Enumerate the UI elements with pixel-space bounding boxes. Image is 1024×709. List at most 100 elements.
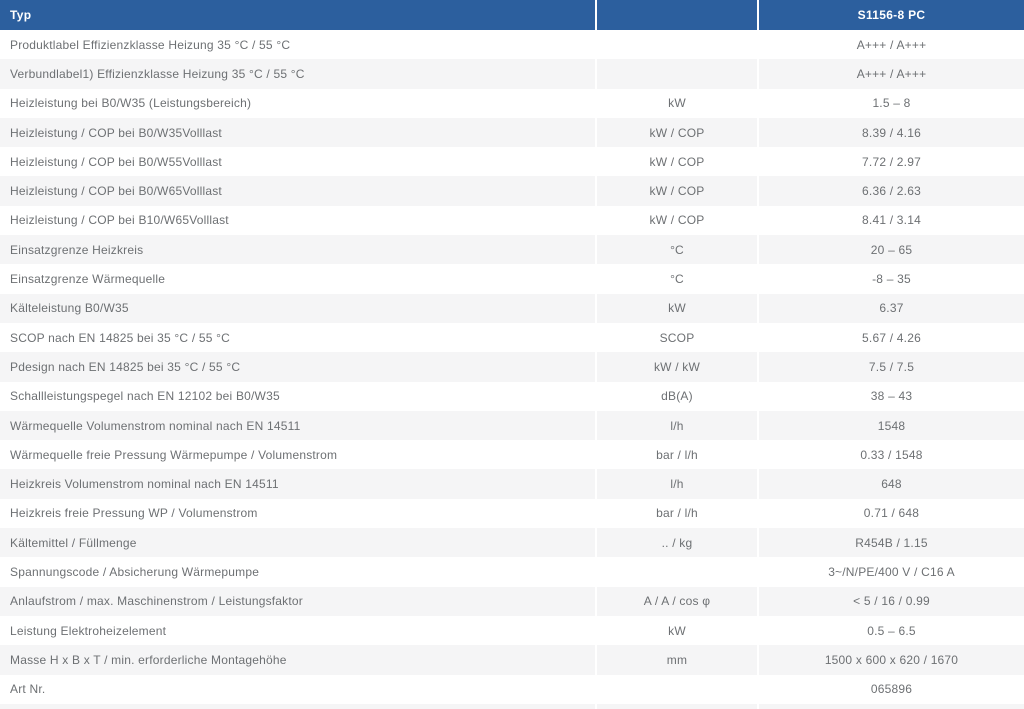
table-row: Heizleistung / COP bei B0/W35Volllast kW … [0,117,1024,148]
spec-value: 38 – 43 [759,381,1024,411]
cutoff-label-cell [0,703,595,709]
table-row: Heizleistung / COP bei B0/W65Volllast kW … [0,176,1024,206]
spec-label: Kälteleistung B0/W35 [0,293,595,323]
table-row: Kälteleistung B0/W35 kW 6.37 [0,293,1024,323]
next-row-cutoff [0,703,1024,709]
table-row: Pdesign nach EN 14825 bei 35 °C / 55 °C k… [0,352,1024,382]
table-row: Spannungscode / Absicherung Wärmepumpe 3~… [0,557,1024,587]
table-row: Einsatzgrenze Wärmequelle °C -8 – 35 [0,264,1024,294]
spec-label: Verbundlabel1) Effizienzklasse Heizung 3… [0,59,595,89]
spec-label: Art Nr. [0,674,595,704]
spec-value: 065896 [759,674,1024,704]
spec-value: 6.36 / 2.63 [759,176,1024,206]
table-row: Produktlabel Effizienzklasse Heizung 35 … [0,30,1024,60]
spec-value: 8.39 / 4.16 [759,117,1024,148]
spec-label: Masse H x B x T / min. erforderliche Mon… [0,645,595,675]
spec-label: Heizkreis Volumenstrom nominal nach EN 1… [0,469,595,499]
spec-value: 7.72 / 2.97 [759,147,1024,177]
table-row: Kältemittel / Füllmenge.. / kg R454B / 1.… [0,528,1024,558]
spec-value: 1500 x 600 x 620 / 1670 [759,645,1024,675]
spec-label: Wärmequelle Volumenstrom nominal nach EN… [0,410,595,441]
spec-value: 0.33 / 1548 [759,440,1024,470]
spec-unit: °C [597,264,757,294]
spec-unit [597,674,757,704]
spec-label: Heizleistung / COP bei B0/W35Volllast [0,117,595,148]
spec-unit: mm [597,645,757,675]
spec-label: Anlaufstrom / max. Maschinenstrom / Leis… [0,586,595,616]
spec-value: R454B / 1.15 [759,528,1024,558]
spec-unit: kW / COP [597,176,757,206]
spec-unit: kW [597,615,757,646]
table-header-row: Typ S1156-8 PC [0,0,1024,30]
spec-unit [597,557,757,587]
spec-label: Heizleistung / COP bei B10/W65Volllast [0,205,595,236]
spec-label: Einsatzgrenze Wärmequelle [0,264,595,294]
spec-unit: SCOP [597,322,757,353]
spec-unit: bar / l/h [597,440,757,470]
header-typ-label: Typ [0,0,595,30]
table-row: Wärmequelle Volumenstrom nominal nach EN… [0,410,1024,441]
spec-value: < 5 / 16 / 0.99 [759,586,1024,616]
spec-unit: kW / COP [597,205,757,236]
table-row: Heizleistung / COP bei B10/W65Volllast kW… [0,205,1024,236]
spec-label: Spannungscode / Absicherung Wärmepumpe [0,557,595,587]
spec-label: Heizkreis freie Pressung WP / Volumenstr… [0,498,595,529]
table-row: Verbundlabel1) Effizienzklasse Heizung 3… [0,59,1024,89]
spec-unit [597,30,757,60]
cutoff-value-cell [759,703,1024,709]
table-row: Schallleistungspegel nach EN 12102 bei B… [0,381,1024,411]
spec-value: 8.41 / 3.14 [759,205,1024,236]
spec-unit: kW / COP [597,147,757,177]
header-unit-column [597,0,757,30]
table-row: Art Nr. 065896 [0,674,1024,704]
spec-unit: dB(A) [597,381,757,411]
spec-unit: l/h [597,410,757,441]
table-row: Heizkreis freie Pressung WP / Volumenstr… [0,498,1024,529]
spec-value: 1.5 – 8 [759,88,1024,118]
spec-label: Wärmequelle freie Pressung Wärmepumpe / … [0,440,595,470]
table-row: Heizleistung bei B0/W35 (Leistungsbereic… [0,88,1024,118]
spec-value: A+++ / A+++ [759,30,1024,60]
spec-label: Kältemittel / Füllmenge [0,528,595,558]
cutoff-unit-cell [597,703,757,709]
spec-value: 648 [759,469,1024,499]
spec-label: Pdesign nach EN 14825 bei 35 °C / 55 °C [0,352,595,382]
spec-value: 3~/N/PE/400 V / C16 A [759,557,1024,587]
header-model-label: S1156-8 PC [759,0,1024,30]
spec-value: 5.67 / 4.26 [759,322,1024,353]
spec-unit: kW [597,293,757,323]
table-row: Masse H x B x T / min. erforderliche Mon… [0,645,1024,675]
spec-label: Produktlabel Effizienzklasse Heizung 35 … [0,30,595,60]
spec-unit: l/h [597,469,757,499]
table-row: Anlaufstrom / max. Maschinenstrom / Leis… [0,586,1024,616]
spec-value: 1548 [759,410,1024,441]
spec-unit: kW / COP [597,117,757,148]
spec-unit: bar / l/h [597,498,757,529]
table-row: Einsatzgrenze Heizkreis °C 20 – 65 [0,235,1024,265]
spec-unit: kW [597,88,757,118]
spec-unit: kW / kW [597,352,757,382]
spec-value: -8 – 35 [759,264,1024,294]
spec-value: A+++ / A+++ [759,59,1024,89]
spec-value: 20 – 65 [759,235,1024,265]
table-body: Produktlabel Effizienzklasse Heizung 35 … [0,30,1024,704]
spec-label: Heizleistung / COP bei B0/W65Volllast [0,176,595,206]
spec-value: 0.5 – 6.5 [759,615,1024,646]
spec-unit: °C [597,235,757,265]
spec-label: Heizleistung bei B0/W35 (Leistungsbereic… [0,88,595,118]
spec-label: Leistung Elektroheizelement [0,615,595,646]
spec-label: SCOP nach EN 14825 bei 35 °C / 55 °C [0,322,595,353]
table-row: Leistung Elektroheizelement kW 0.5 – 6.5 [0,615,1024,646]
spec-value: 7.5 / 7.5 [759,352,1024,382]
table-row: Heizleistung / COP bei B0/W55Volllast kW … [0,147,1024,177]
spec-value: 6.37 [759,293,1024,323]
table-row: SCOP nach EN 14825 bei 35 °C / 55 °C SCOP… [0,322,1024,353]
spec-value: 0.71 / 648 [759,498,1024,529]
spec-unit: A / A / cos φ [597,586,757,616]
spec-label: Einsatzgrenze Heizkreis [0,235,595,265]
spec-label: Schallleistungspegel nach EN 12102 bei B… [0,381,595,411]
product-spec-table: Typ S1156-8 PC Produktlabel Effizienzkla… [0,0,1024,709]
spec-unit: .. / kg [597,528,757,558]
spec-label: Heizleistung / COP bei B0/W55Volllast [0,147,595,177]
table-row: Wärmequelle freie Pressung Wärmepumpe / … [0,440,1024,470]
